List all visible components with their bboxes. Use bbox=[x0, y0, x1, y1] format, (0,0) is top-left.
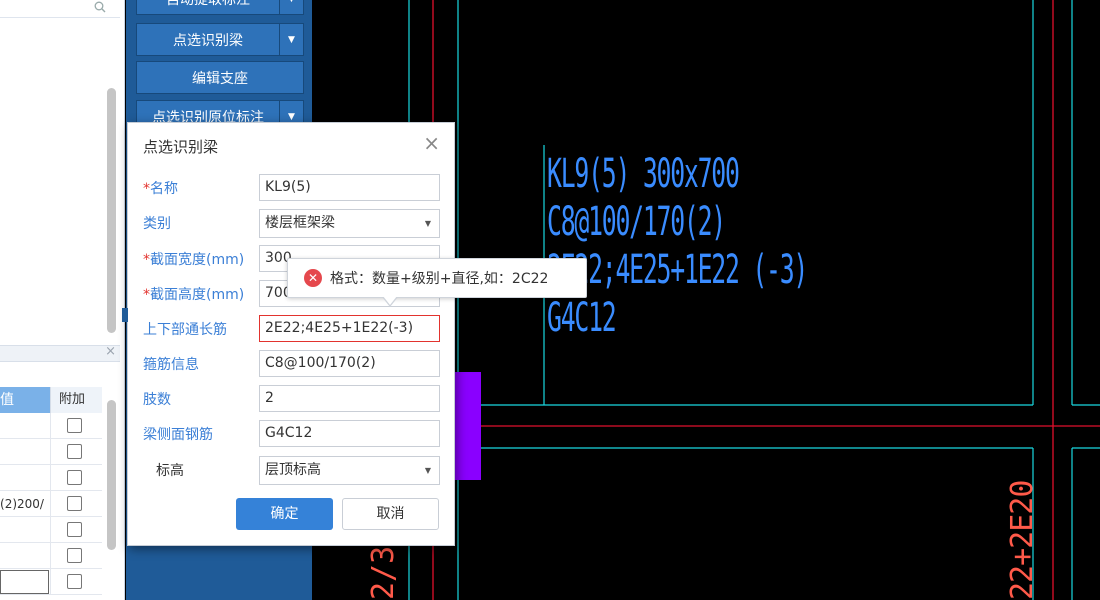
tooltip-pointer bbox=[382, 296, 398, 307]
confirm-button[interactable]: 确定 bbox=[236, 498, 333, 530]
edit-support-button[interactable]: 编辑支座 bbox=[136, 61, 304, 94]
table-row: /200(2) bbox=[0, 491, 102, 517]
vertical-rebar-label-left: 2/3 bbox=[366, 545, 401, 600]
property-value-cell[interactable] bbox=[0, 543, 50, 568]
extra-checkbox-cell bbox=[50, 439, 102, 464]
close-icon[interactable]: × bbox=[105, 344, 116, 359]
type-row: 类别 楼层框架梁 ▼ bbox=[128, 209, 456, 238]
close-icon[interactable]: × bbox=[423, 133, 440, 153]
scrollbar-thumb[interactable] bbox=[107, 88, 116, 333]
extra-checkbox-cell bbox=[50, 569, 102, 594]
property-value-input[interactable] bbox=[0, 570, 49, 594]
property-value-cell[interactable]: /200(2) bbox=[0, 491, 50, 516]
extra-checkbox[interactable] bbox=[67, 470, 82, 485]
scrollbar-thumb[interactable] bbox=[107, 400, 116, 550]
stirrup-row: 箍筋信息 C8@100/170(2) bbox=[128, 350, 456, 377]
extra-checkbox[interactable] bbox=[67, 574, 82, 589]
dialog-title: 点选识别梁 bbox=[143, 138, 219, 156]
side-rebar-input[interactable]: G4C12 bbox=[259, 420, 440, 447]
search-field[interactable] bbox=[0, 0, 120, 18]
extra-checkbox[interactable] bbox=[67, 418, 82, 433]
side-rebar-row: 梁侧面钢筋 G4C12 bbox=[128, 420, 456, 447]
property-table: 值 附加 /200(2) bbox=[0, 387, 102, 595]
legs-input[interactable]: 2 bbox=[259, 385, 440, 412]
annotation-line-2: C8@100/170(2) bbox=[547, 199, 726, 245]
extra-checkbox-cell bbox=[50, 517, 102, 542]
annotation-line-4: G4C12 bbox=[547, 295, 617, 341]
property-value-cell[interactable] bbox=[0, 439, 50, 464]
validation-error-tooltip: ✕ 格式：数量+级别+直径,如：2C22 bbox=[287, 258, 587, 307]
chevron-down-icon: ▼ bbox=[424, 466, 431, 475]
property-value-cell[interactable] bbox=[0, 517, 50, 542]
property-panel: × 值 附加 /200(2) bbox=[0, 0, 125, 600]
name-input[interactable]: KL9(5) bbox=[259, 174, 440, 201]
legs-row: 肢数 2 bbox=[128, 385, 456, 412]
type-select[interactable]: 楼层框架梁 ▼ bbox=[259, 209, 440, 238]
extra-checkbox[interactable] bbox=[67, 444, 82, 459]
search-icon[interactable] bbox=[94, 1, 106, 13]
error-icon: ✕ bbox=[304, 269, 322, 287]
extra-checkbox-cell bbox=[50, 465, 102, 490]
side-rebar-label: 梁侧面钢筋 bbox=[143, 427, 213, 443]
long-rebar-label: 上下部通长筋 bbox=[143, 322, 227, 338]
error-message: 格式：数量+级别+直径,如：2C22 bbox=[330, 271, 549, 287]
pick-recognize-beam-button[interactable]: 点选识别梁 ▼ bbox=[136, 23, 304, 56]
table-row bbox=[0, 439, 102, 465]
table-row bbox=[0, 517, 102, 543]
long-rebar-row: 上下部通长筋 2E22;4E25+1E22(-3) bbox=[128, 315, 456, 342]
extra-checkbox[interactable] bbox=[67, 496, 82, 511]
pick-recognize-beam-dialog: 点选识别梁 × *名称 KL9(5) 类别 楼层框架梁 ▼ *截面宽度(mm) … bbox=[122, 122, 456, 546]
width-label: *截面宽度(mm) bbox=[143, 252, 245, 268]
dropdown-arrow-icon[interactable]: ▼ bbox=[279, 24, 303, 55]
property-subpanel-header: × bbox=[0, 344, 120, 362]
property-value-cell[interactable] bbox=[0, 465, 50, 490]
annotation-line-1: KL9(5) 300x700 bbox=[547, 151, 740, 197]
name-row: *名称 KL9(5) bbox=[128, 174, 456, 201]
chevron-down-icon: ▼ bbox=[424, 219, 431, 228]
column-header-extra: 附加 bbox=[50, 387, 102, 413]
dropdown-arrow-icon[interactable]: ▼ bbox=[279, 0, 303, 14]
extra-checkbox[interactable] bbox=[67, 522, 82, 537]
table-header: 值 附加 bbox=[0, 387, 102, 413]
beam-annotation-text: KL9(5) 300x700 C8@100/170(2) 2E22;4E25+1… bbox=[547, 150, 967, 342]
elevation-select[interactable]: 层顶标高 ▼ bbox=[259, 456, 440, 485]
selected-support-marker[interactable] bbox=[455, 372, 481, 480]
extra-checkbox[interactable] bbox=[67, 548, 82, 563]
table-row bbox=[0, 543, 102, 569]
height-label: *截面高度(mm) bbox=[143, 287, 245, 303]
vertical-rebar-label-right: 22+2E20 bbox=[1005, 480, 1040, 600]
cancel-button[interactable]: 取消 bbox=[342, 498, 439, 530]
name-label: *名称 bbox=[143, 181, 178, 197]
table-row bbox=[0, 465, 102, 491]
elevation-row: 标高 层顶标高 ▼ bbox=[128, 456, 456, 485]
long-rebar-input[interactable]: 2E22;4E25+1E22(-3) bbox=[259, 315, 440, 342]
auto-extract-label-button[interactable]: 自动提取标注 ▼ bbox=[136, 0, 304, 15]
extra-checkbox-cell bbox=[50, 491, 102, 516]
column-header-value: 值 bbox=[0, 387, 50, 413]
elevation-label: 标高 bbox=[156, 463, 184, 479]
extra-checkbox-cell bbox=[50, 543, 102, 568]
property-value-cell[interactable] bbox=[0, 413, 50, 438]
stirrup-input[interactable]: C8@100/170(2) bbox=[259, 350, 440, 377]
table-row bbox=[0, 413, 102, 439]
legs-label: 肢数 bbox=[143, 392, 171, 408]
extra-checkbox-cell bbox=[50, 413, 102, 438]
type-label: 类别 bbox=[143, 216, 171, 232]
stirrup-label: 箍筋信息 bbox=[143, 357, 199, 373]
